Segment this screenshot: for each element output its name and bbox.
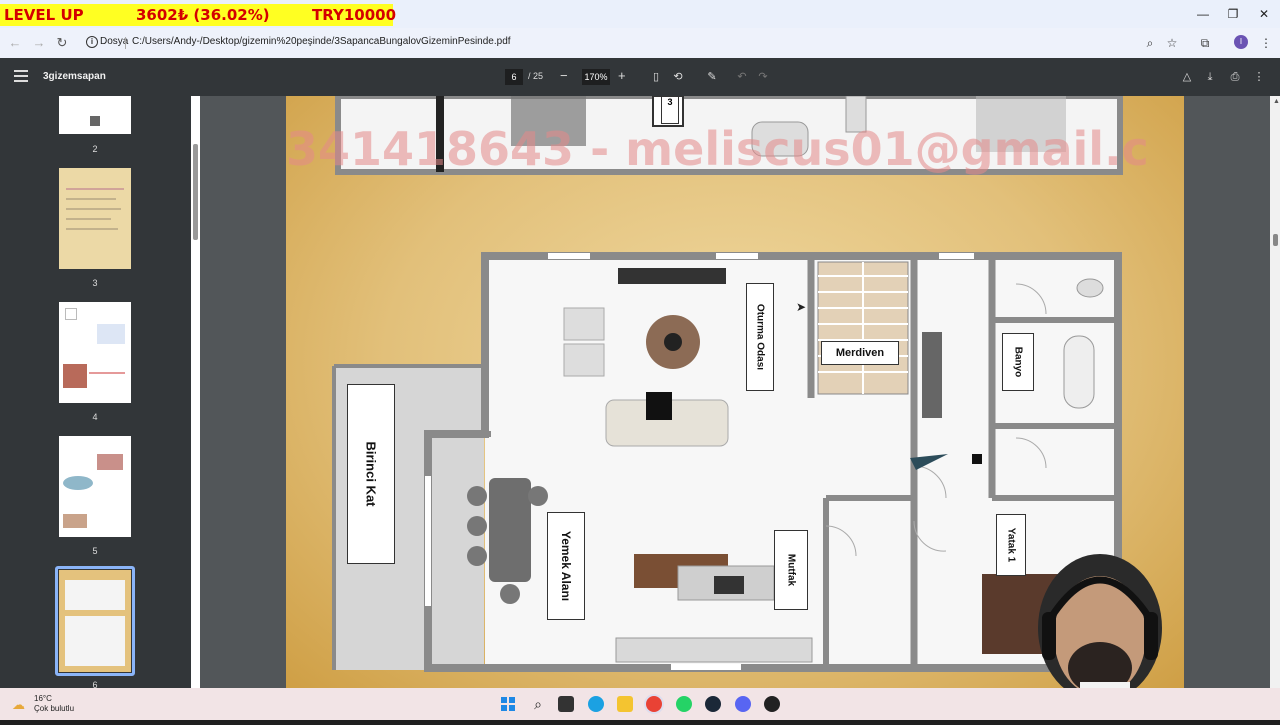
steam-icon[interactable] — [705, 696, 721, 712]
room-label-living: Oturma Odası — [754, 303, 766, 371]
more-options-icon[interactable]: ⋮ — [1251, 69, 1267, 85]
thumbnail-page-2[interactable] — [59, 96, 131, 134]
room-label-living-box: Oturma Odası — [746, 283, 774, 391]
ticker-bar: LEVEL UP 3602₺ (36.02%) TRY10000 — [0, 4, 397, 26]
close-window-button[interactable]: ✕ — [1251, 6, 1277, 22]
app-icon[interactable] — [764, 696, 780, 712]
viewer-scroll-thumb[interactable] — [1273, 234, 1278, 246]
bookmark-star-icon[interactable]: ☆ — [1164, 35, 1180, 51]
thumbnail-label: 2 — [92, 144, 98, 154]
zoom-in-button[interactable]: + — [618, 68, 626, 83]
browser-menu-icon[interactable]: ⋮ — [1258, 35, 1274, 51]
kitchen-counter — [615, 637, 813, 663]
thumbnail-page-5[interactable] — [59, 436, 131, 537]
undo-icon[interactable]: ↶ — [734, 69, 750, 85]
zoom-search-icon[interactable]: ⌕ — [1142, 35, 1158, 51]
thumbnail-label: 5 — [92, 546, 98, 556]
bathtub — [1063, 335, 1095, 409]
forward-icon[interactable]: → — [30, 34, 48, 52]
zoom-input[interactable]: 170% — [582, 69, 610, 85]
task-view-icon[interactable] — [558, 696, 574, 712]
mouse-cursor-icon: ➤ — [796, 300, 807, 314]
room-label-floor-box: Birinci Kat — [347, 384, 395, 564]
thumbnail-label: 4 — [92, 412, 98, 422]
qr-code-icon — [90, 116, 100, 126]
page-number-input[interactable]: 6 — [505, 69, 523, 85]
print-icon[interactable]: ⎙ — [1227, 69, 1243, 85]
ticker-level-up: LEVEL UP — [4, 6, 84, 24]
drive-icon[interactable]: △ — [1179, 69, 1195, 85]
rotate-icon[interactable]: ⟲ — [670, 69, 686, 85]
reload-icon[interactable]: ↻ — [53, 34, 71, 52]
divider — [125, 37, 126, 49]
room-label-bath-box: Banyo — [1002, 333, 1034, 391]
room-label-stairs: Merdiven — [821, 341, 899, 365]
dining-table — [489, 478, 531, 582]
minimize-button[interactable]: — — [1190, 6, 1216, 22]
download-icon[interactable]: ⤓ — [1202, 69, 1218, 85]
discord-icon[interactable] — [735, 696, 751, 712]
url-field[interactable]: C:/Users/Andy-/Desktop/gizemin%20peşinde… — [132, 36, 511, 47]
zoom-out-button[interactable]: − — [560, 68, 568, 83]
thumbnail-label: 3 — [92, 278, 98, 288]
taskbar: ☁ 16°C Çok bulutlu — [0, 688, 1280, 720]
weather-icon: ☁ — [12, 697, 25, 712]
room-label-dining-box: Yemek Alanı — [547, 512, 585, 620]
tv-unit — [618, 268, 726, 284]
thumbnail-page-3[interactable] — [59, 168, 131, 269]
weather-widget[interactable]: 16°C Çok bulutlu — [34, 694, 74, 714]
pdf-toolbar: 3gizemsapan 6 / 25 − 170% + ▯ ⟲ ✎ ↶ ↷ △ … — [0, 58, 1280, 96]
weather-condition: Çok bulutlu — [34, 704, 75, 713]
annotate-icon[interactable]: ✎ — [704, 69, 720, 85]
temperature: 16°C — [34, 694, 52, 703]
start-menu-icon[interactable] — [500, 696, 516, 712]
document-title: 3gizemsapan — [43, 71, 106, 82]
restore-button[interactable]: ❐ — [1220, 6, 1246, 22]
staircase — [817, 261, 909, 395]
room-label-kitchen: Mutfak — [785, 553, 797, 587]
hamburger-menu-icon[interactable] — [14, 70, 28, 82]
site-info-icon[interactable]: i — [86, 36, 98, 48]
back-icon[interactable]: ← — [6, 34, 24, 52]
scroll-up-icon[interactable]: ▲ — [1273, 98, 1280, 105]
address-bar: ← → ↻ i Dosya C:/Users/Andy-/Desktop/giz… — [0, 28, 1280, 58]
fit-page-icon[interactable]: ▯ — [648, 69, 664, 85]
room-label-top-partial: 3 — [661, 96, 679, 124]
thumbnail-page-6[interactable] — [59, 570, 131, 672]
room-label-bath: Banyo — [1012, 346, 1024, 378]
whatsapp-icon[interactable] — [676, 696, 692, 712]
room-label-dining: Yemek Alanı — [559, 530, 573, 602]
room-label-kitchen-box: Mutfak — [774, 530, 808, 610]
chrome-browser-icon[interactable] — [646, 696, 662, 712]
profile-avatar[interactable]: I — [1234, 35, 1248, 49]
ticker-strip: LEVEL UP 3602₺ (36.02%) TRY10000 — ❐ ✕ — [0, 0, 1280, 28]
room-label-floor: Birinci Kat — [363, 441, 379, 507]
watermark-text: 341418643 - meliscus01@gmail.c — [286, 122, 1149, 176]
redo-icon[interactable]: ↷ — [755, 69, 771, 85]
extensions-icon[interactable]: ⧉ — [1197, 35, 1213, 51]
thumbnail-page-4[interactable] — [59, 302, 131, 403]
file-explorer-icon[interactable] — [617, 696, 633, 712]
ticker-amount: 3602₺ (36.02%) — [136, 6, 270, 24]
page-total: / 25 — [528, 71, 544, 81]
sidebar-scroll-thumb[interactable] — [193, 144, 198, 240]
thumbnail-sidebar: 2 3 4 5 6 — [0, 96, 200, 690]
edge-browser-icon[interactable] — [588, 696, 604, 712]
ticker-goal: TRY10000 — [312, 6, 397, 24]
search-icon[interactable]: ⌕ — [530, 696, 546, 712]
toilet — [1076, 278, 1104, 298]
